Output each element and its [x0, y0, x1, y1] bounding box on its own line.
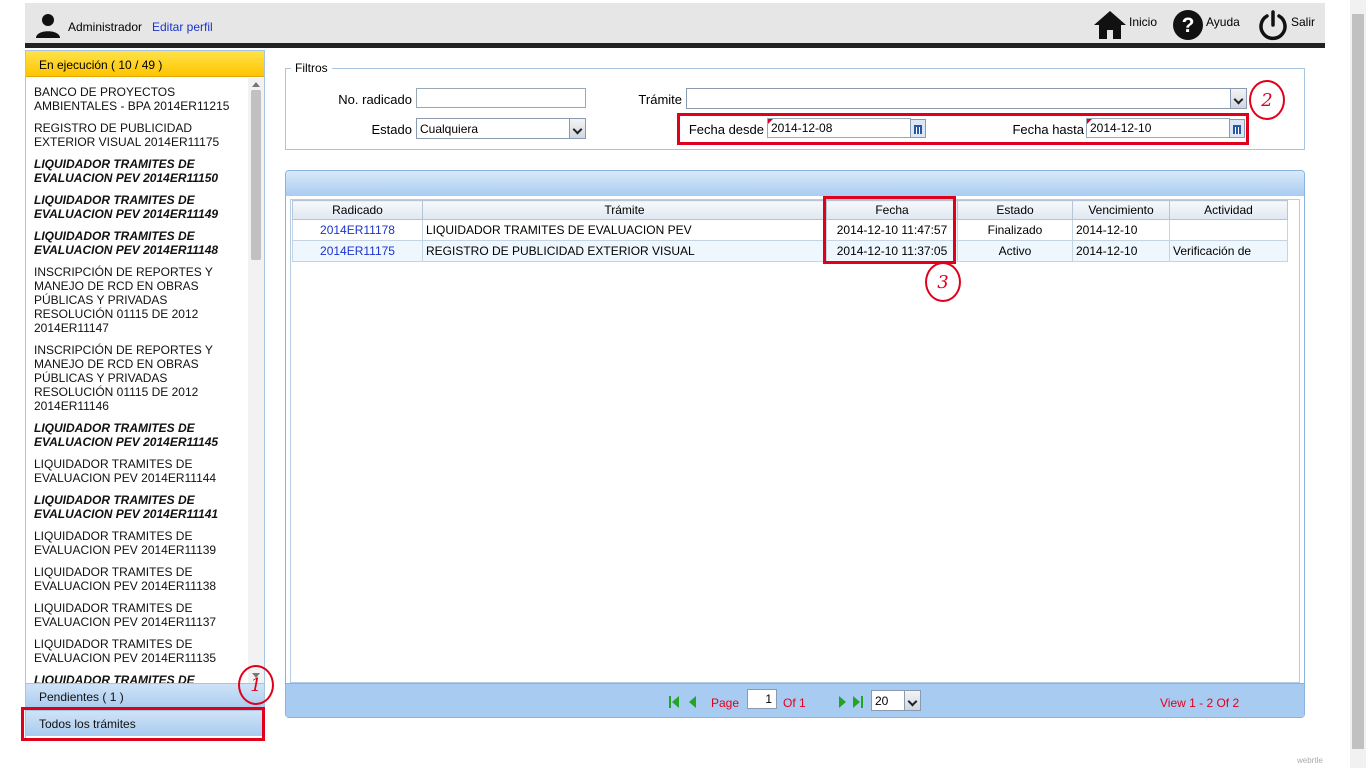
first-page-arrow[interactable] — [672, 696, 679, 708]
sidebar-item[interactable]: LIQUIDADOR TRAMITES DE EVALUACION PEV 20… — [34, 637, 248, 665]
annotation-circle-1: 1 — [238, 665, 274, 705]
user-name: Administrador — [68, 20, 143, 34]
last-page-arrow[interactable] — [853, 696, 860, 708]
sidebar: En ejecución ( 10 / 49 ) BANCO DE PROYEC… — [25, 50, 265, 740]
first-page-icon[interactable] — [669, 696, 671, 708]
nav-inicio-label: Inicio — [1129, 15, 1158, 29]
section-pendientes[interactable]: Pendientes ( 1 ) — [26, 683, 264, 709]
col-estado[interactable]: Estado — [957, 200, 1073, 220]
radicado-link[interactable]: 2014ER11178 — [292, 219, 423, 241]
svg-text:?: ? — [1182, 14, 1195, 37]
chevron-down-icon[interactable] — [904, 691, 920, 710]
nav-salir[interactable]: Salir — [1257, 8, 1315, 42]
scroll-up-icon[interactable] — [252, 82, 260, 87]
table-cell — [1169, 219, 1288, 241]
sidebar-task-list: BANCO DE PROYECTOS AMBIENTALES - BPA 201… — [26, 78, 264, 683]
filters-legend: Filtros — [291, 61, 332, 75]
annotation-number: 2 — [1261, 90, 1273, 111]
sidebar-item[interactable]: LIQUIDADOR TRAMITES DE EVALUACION PEV 20… — [34, 229, 248, 257]
section-en-ejecucion[interactable]: En ejecución ( 10 / 49 ) — [26, 51, 264, 77]
table-cell: LIQUIDADOR TRAMITES DE EVALUACION PEV — [422, 219, 827, 241]
home-icon — [1094, 11, 1126, 39]
chevron-down-icon[interactable] — [1230, 89, 1246, 108]
sidebar-item[interactable]: REGISTRO DE PUBLICIDAD EXTERIOR VISUAL 2… — [34, 121, 248, 149]
col-vencimiento[interactable]: Vencimiento — [1072, 200, 1170, 220]
sidebar-item[interactable]: LIQUIDADOR TRAMITES DE EVALUACION PEV 20… — [34, 565, 248, 593]
last-page-icon[interactable] — [861, 696, 863, 708]
annotation-box-2 — [677, 113, 1249, 145]
table-cell: 2014-12-10 — [1072, 240, 1170, 262]
annotation-circle-2: 2 — [1249, 80, 1285, 120]
tramite-label: Trámite — [638, 92, 682, 107]
sidebar-item[interactable]: LIQUIDADOR TRAMITES DE EVALUACION PEV 20… — [34, 157, 248, 185]
table-cell: Finalizado — [957, 219, 1073, 241]
sidebar-item[interactable]: LIQUIDADOR TRAMITES DE — [34, 673, 248, 683]
nav-inicio[interactable]: Inicio — [1093, 8, 1157, 42]
col-actividad[interactable]: Actividad — [1169, 200, 1288, 220]
grid-title-bar — [286, 171, 1304, 196]
page-input[interactable]: 1 — [747, 689, 777, 709]
top-header: Administrador Editar perfil Inicio ? Ayu… — [25, 3, 1325, 45]
sidebar-scroll-thumb[interactable] — [251, 90, 261, 260]
window-scroll-thumb[interactable] — [1352, 14, 1364, 749]
sidebar-item[interactable]: LIQUIDADOR TRAMITES DE EVALUACION PEV 20… — [34, 493, 248, 521]
help-icon: ? — [1173, 10, 1203, 40]
radicado-input[interactable] — [416, 88, 586, 108]
tramite-select[interactable] — [686, 88, 1247, 109]
sidebar-item[interactable]: LIQUIDADOR TRAMITES DE EVALUACION PEV 20… — [34, 193, 248, 221]
header-divider — [25, 43, 1325, 48]
page-size-value: 20 — [875, 694, 889, 708]
pager-bar: Page 1 Of 1 20 View 1 - 2 Of 2 — [286, 683, 1304, 717]
sidebar-scrollbar[interactable] — [248, 78, 264, 683]
radicado-link[interactable]: 2014ER11175 — [292, 240, 423, 262]
chevron-down-icon[interactable] — [569, 119, 585, 138]
results-grid: Radicado Trámite Fecha Estado Vencimient… — [285, 170, 1305, 718]
table-cell: 2014-12-10 — [1072, 219, 1170, 241]
table-row[interactable]: 2014ER11175 REGISTRO DE PUBLICIDAD EXTER… — [292, 240, 1288, 262]
window-scrollbar[interactable] — [1350, 0, 1366, 768]
sidebar-item[interactable]: BANCO DE PROYECTOS AMBIENTALES - BPA 201… — [34, 85, 248, 113]
col-tramite[interactable]: Trámite — [422, 200, 827, 220]
table-cell: Verificación de — [1169, 240, 1288, 262]
annotation-number: 1 — [250, 675, 262, 696]
prev-page-icon[interactable] — [689, 696, 696, 708]
nav-salir-label: Salir — [1291, 15, 1316, 29]
annotation-number: 3 — [937, 272, 949, 293]
watermark: webrtle — [1297, 756, 1323, 765]
grid-body: Radicado Trámite Fecha Estado Vencimient… — [290, 199, 1300, 683]
sidebar-item[interactable]: LIQUIDADOR TRAMITES DE EVALUACION PEV 20… — [34, 529, 248, 557]
page-size-select[interactable]: 20 — [871, 690, 921, 711]
table-cell: REGISTRO DE PUBLICIDAD EXTERIOR VISUAL — [422, 240, 827, 262]
radicado-label: No. radicado — [338, 92, 412, 107]
table-row[interactable]: 2014ER11178 LIQUIDADOR TRAMITES DE EVALU… — [292, 219, 1288, 241]
sidebar-item[interactable]: LIQUIDADOR TRAMITES DE EVALUACION PEV 20… — [34, 421, 248, 449]
page-label: Page — [711, 696, 740, 710]
next-page-icon[interactable] — [839, 696, 846, 708]
estado-select[interactable]: Cualquiera — [416, 118, 586, 139]
results-table: Radicado Trámite Fecha Estado Vencimient… — [292, 200, 1288, 262]
estado-select-value: Cualquiera — [420, 122, 479, 136]
sidebar-item[interactable]: LIQUIDADOR TRAMITES DE EVALUACION PEV 20… — [34, 601, 248, 629]
estado-label: Estado — [371, 122, 412, 137]
nav-ayuda[interactable]: ? Ayuda — [1172, 8, 1240, 42]
table-cell: Activo — [957, 240, 1073, 262]
sidebar-item[interactable]: INSCRIPCIÓN DE REPORTES Y MANEJO DE RCD … — [34, 265, 248, 335]
annotation-box-1 — [21, 707, 265, 741]
user-icon — [36, 14, 60, 38]
edit-profile-link[interactable]: Editar perfil — [152, 20, 213, 34]
page-count: Of 1 — [783, 696, 806, 710]
sidebar-item[interactable]: INSCRIPCIÓN DE REPORTES Y MANEJO DE RCD … — [34, 343, 248, 413]
view-records-label: View 1 - 2 Of 2 — [1160, 696, 1240, 710]
annotation-box-3 — [823, 196, 956, 264]
nav-ayuda-label: Ayuda — [1206, 15, 1240, 29]
annotation-circle-3: 3 — [925, 262, 961, 302]
power-icon — [1259, 10, 1287, 41]
sidebar-item[interactable]: LIQUIDADOR TRAMITES DE EVALUACION PEV 20… — [34, 457, 248, 485]
col-radicado[interactable]: Radicado — [292, 200, 423, 220]
